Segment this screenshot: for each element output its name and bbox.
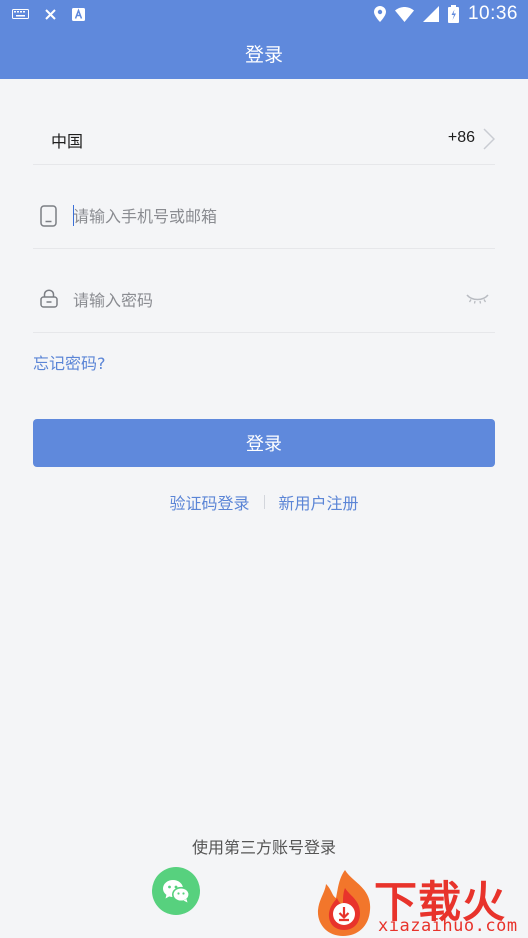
text-caret — [73, 205, 74, 226]
phone-row — [33, 165, 495, 249]
location-icon — [373, 6, 386, 22]
password-row — [33, 249, 495, 333]
phone-input[interactable] — [73, 201, 453, 231]
keyboard-icon — [12, 9, 29, 19]
password-input[interactable] — [73, 285, 453, 315]
watermark: 下载火 xiazaihuo.com — [312, 866, 528, 938]
signal-icon — [422, 6, 439, 22]
watermark-url: xiazaihuo.com — [378, 916, 518, 936]
close-icon — [45, 8, 56, 20]
text-a-icon — [72, 7, 85, 21]
register-link[interactable]: 新用户注册 — [279, 490, 359, 514]
eye-closed-icon[interactable] — [466, 293, 489, 304]
page-title: 登录 — [244, 44, 283, 66]
link-divider — [263, 495, 265, 509]
alt-links: 验证码登录 新用户注册 — [0, 490, 528, 514]
wifi-icon — [394, 6, 414, 22]
lock-icon — [40, 289, 58, 308]
sms-login-link[interactable]: 验证码登录 — [169, 490, 249, 514]
status-time: 10:36 — [467, 3, 518, 24]
status-bar: 10:36 — [0, 0, 528, 28]
battery-icon — [447, 5, 459, 23]
country-name: 中国 — [51, 132, 84, 151]
country-code: +86 — [447, 129, 475, 146]
app-header: 10:36 登录 — [0, 0, 528, 79]
third-party-label: 使用第三方账号登录 — [191, 838, 336, 857]
forgot-password-link[interactable]: 忘记密码? — [33, 350, 106, 374]
chevron-right-icon — [483, 128, 495, 150]
wechat-icon — [163, 880, 190, 903]
phone-icon — [40, 205, 57, 227]
fire-logo-icon — [317, 870, 371, 936]
login-button[interactable]: 登录 — [33, 419, 495, 467]
country-selector[interactable]: 中国 +86 — [33, 96, 495, 165]
wechat-login-button[interactable] — [152, 867, 200, 915]
